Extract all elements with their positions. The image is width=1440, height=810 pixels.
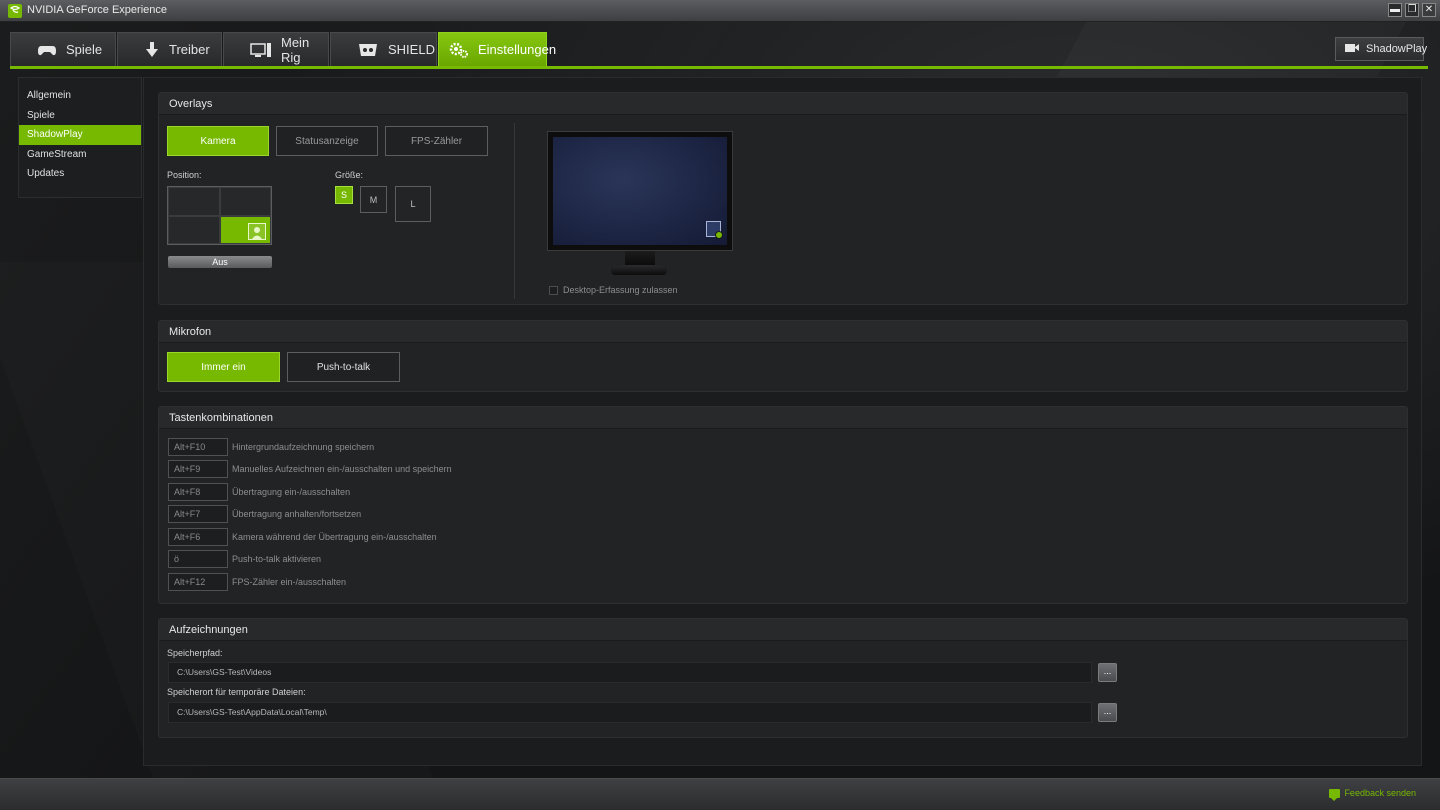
monitor-base [611, 265, 667, 275]
mic-push-to-talk-button[interactable]: Push-to-talk [287, 352, 400, 382]
sidebar-item-shadowplay[interactable]: ShadowPlay [19, 125, 141, 145]
minimize-button[interactable]: ▬ [1388, 3, 1402, 17]
panel-divider [514, 123, 515, 299]
panel-title: Aufzeichnungen [159, 619, 1407, 641]
panel-title: Tastenkombinationen [159, 407, 1407, 429]
hotkeys-panel: Tastenkombinationen Alt+F10 Hintergrunda… [158, 406, 1408, 604]
monitor-stand [625, 251, 655, 265]
position-off-button[interactable]: Aus [168, 256, 272, 268]
gamepad-icon [37, 41, 57, 59]
tab-shield[interactable]: SHIELD [330, 32, 437, 66]
hotkey-description: Push-to-talk aktivieren [232, 554, 322, 564]
hotkey-row: Alt+F6 Kamera während der Übertragung ei… [168, 528, 437, 546]
desktop-capture-checkbox[interactable] [549, 286, 558, 295]
tab-label: Einstellungen [478, 42, 557, 57]
tab-label: SHIELD [388, 42, 435, 57]
hotkey-description: FPS-Zähler ein-/ausschalten [232, 577, 347, 587]
position-bottom-left[interactable] [168, 215, 220, 244]
temp-path-field[interactable]: C:\Users\GS-Test\AppData\Local\Temp\ [168, 702, 1092, 723]
preview-screen [553, 137, 727, 245]
camera-user-icon [248, 223, 266, 240]
camera-active-icon [715, 231, 723, 239]
desktop-capture-label: Desktop-Erfassung zulassen [563, 285, 678, 295]
feedback-link[interactable]: Feedback senden [1329, 788, 1416, 801]
tab-underline [10, 66, 1428, 69]
hotkey-description: Manuelles Aufzeichnen ein-/ausschalten u… [232, 464, 452, 474]
hotkey-row: Alt+F8 Übertragung ein-/ausschalten [168, 483, 350, 501]
close-button[interactable]: ✕ [1422, 3, 1436, 17]
save-path-browse-button[interactable]: ... [1098, 663, 1117, 682]
overlays-panel: Overlays Kamera Statusanzeige FPS-Zähler… [158, 92, 1408, 305]
save-path-label: Speicherpfad: [167, 648, 223, 658]
overlay-statusanzeige-button[interactable]: Statusanzeige [276, 126, 378, 156]
position-top-right[interactable] [219, 187, 271, 216]
hotkey-field[interactable]: Alt+F9 [168, 460, 228, 478]
hotkey-row: ö Push-to-talk aktivieren [168, 550, 321, 568]
hotkey-description: Hintergrundaufzeichnung speichern [232, 442, 375, 452]
title-bar: NVIDIA GeForce Experience ▬ ❐ ✕ [0, 0, 1440, 22]
feedback-label: Feedback senden [1344, 788, 1416, 798]
hotkey-field[interactable]: Alt+F6 [168, 528, 228, 546]
overlay-fps-button[interactable]: FPS-Zähler [385, 126, 488, 156]
nvidia-logo-icon [8, 4, 22, 18]
size-s-button[interactable]: S [335, 186, 353, 204]
position-bottom-right[interactable] [219, 215, 271, 244]
hotkey-description: Kamera während der Übertragung ein-/auss… [232, 532, 437, 542]
mic-always-on-button[interactable]: Immer ein [167, 352, 280, 382]
camera-icon [1344, 42, 1360, 56]
position-grid [167, 186, 272, 245]
speech-bubble-icon [1329, 788, 1341, 801]
settings-sidebar: Allgemein Spiele ShadowPlay GameStream U… [18, 77, 142, 198]
panel-title: Mikrofon [159, 321, 1407, 343]
settings-content: Overlays Kamera Statusanzeige FPS-Zähler… [143, 77, 1422, 766]
hotkey-field[interactable]: Alt+F8 [168, 483, 228, 501]
hotkey-description: Übertragung anhalten/fortsetzen [232, 509, 362, 519]
position-label: Position: [167, 170, 202, 180]
tab-label: Spiele [66, 42, 103, 57]
rig-icon [250, 41, 272, 59]
hotkey-field[interactable]: ö [168, 550, 228, 568]
microphone-panel: Mikrofon Immer ein Push-to-talk [158, 320, 1408, 392]
hotkey-row: Alt+F7 Übertragung anhalten/fortsetzen [168, 505, 361, 523]
main-tabs: Spiele Treiber Mein Rig SHIELD Einstellu… [10, 32, 556, 66]
position-top-left[interactable] [168, 187, 220, 216]
panel-title: Overlays [159, 93, 1407, 115]
size-l-button[interactable]: L [395, 186, 431, 222]
tab-treiber[interactable]: Treiber [117, 32, 222, 66]
hotkey-row: Alt+F9 Manuelles Aufzeichnen ein-/aussch… [168, 460, 452, 478]
tab-spiele[interactable]: Spiele [10, 32, 116, 66]
overlay-kamera-button[interactable]: Kamera [167, 126, 269, 156]
hotkey-row: Alt+F10 Hintergrundaufzeichnung speicher… [168, 438, 374, 456]
sidebar-item-gamestream[interactable]: GameStream [19, 145, 141, 165]
temp-path-label: Speicherort für temporäre Dateien: [167, 687, 306, 697]
preview-monitor [547, 131, 733, 251]
shadowplay-label: ShadowPlay [1366, 43, 1428, 55]
tab-einstellungen[interactable]: Einstellungen [438, 32, 556, 66]
recordings-panel: Aufzeichnungen Speicherpfad: C:\Users\GS… [158, 618, 1408, 738]
shadowplay-button[interactable]: ShadowPlay [1335, 37, 1428, 61]
hotkey-field[interactable]: Alt+F7 [168, 505, 228, 523]
hotkey-row: Alt+F12 FPS-Zähler ein-/ausschalten [168, 573, 346, 591]
save-path-field[interactable]: C:\Users\GS-Test\Videos [168, 662, 1092, 683]
tab-mein-rig[interactable]: Mein Rig [223, 32, 329, 66]
driver-icon [144, 41, 160, 59]
sidebar-item-spiele[interactable]: Spiele [19, 106, 141, 126]
tab-label: Treiber [169, 42, 210, 57]
tab-label: Mein Rig [281, 34, 310, 65]
size-label: Größe: [335, 170, 364, 180]
window-title: NVIDIA GeForce Experience [27, 4, 168, 16]
hotkey-field[interactable]: Alt+F10 [168, 438, 228, 456]
camera-overlay-icon [706, 221, 723, 239]
temp-path-browse-button[interactable]: ... [1098, 703, 1117, 722]
hotkey-field[interactable]: Alt+F12 [168, 573, 228, 591]
status-bar: Feedback senden [0, 778, 1440, 810]
sidebar-item-updates[interactable]: Updates [19, 164, 141, 184]
gear-icon [449, 41, 469, 59]
shield-icon [357, 41, 379, 59]
maximize-button[interactable]: ❐ [1405, 3, 1419, 17]
hotkey-description: Übertragung ein-/ausschalten [232, 487, 351, 497]
size-m-button[interactable]: M [360, 186, 387, 213]
sidebar-item-allgemein[interactable]: Allgemein [19, 86, 141, 106]
